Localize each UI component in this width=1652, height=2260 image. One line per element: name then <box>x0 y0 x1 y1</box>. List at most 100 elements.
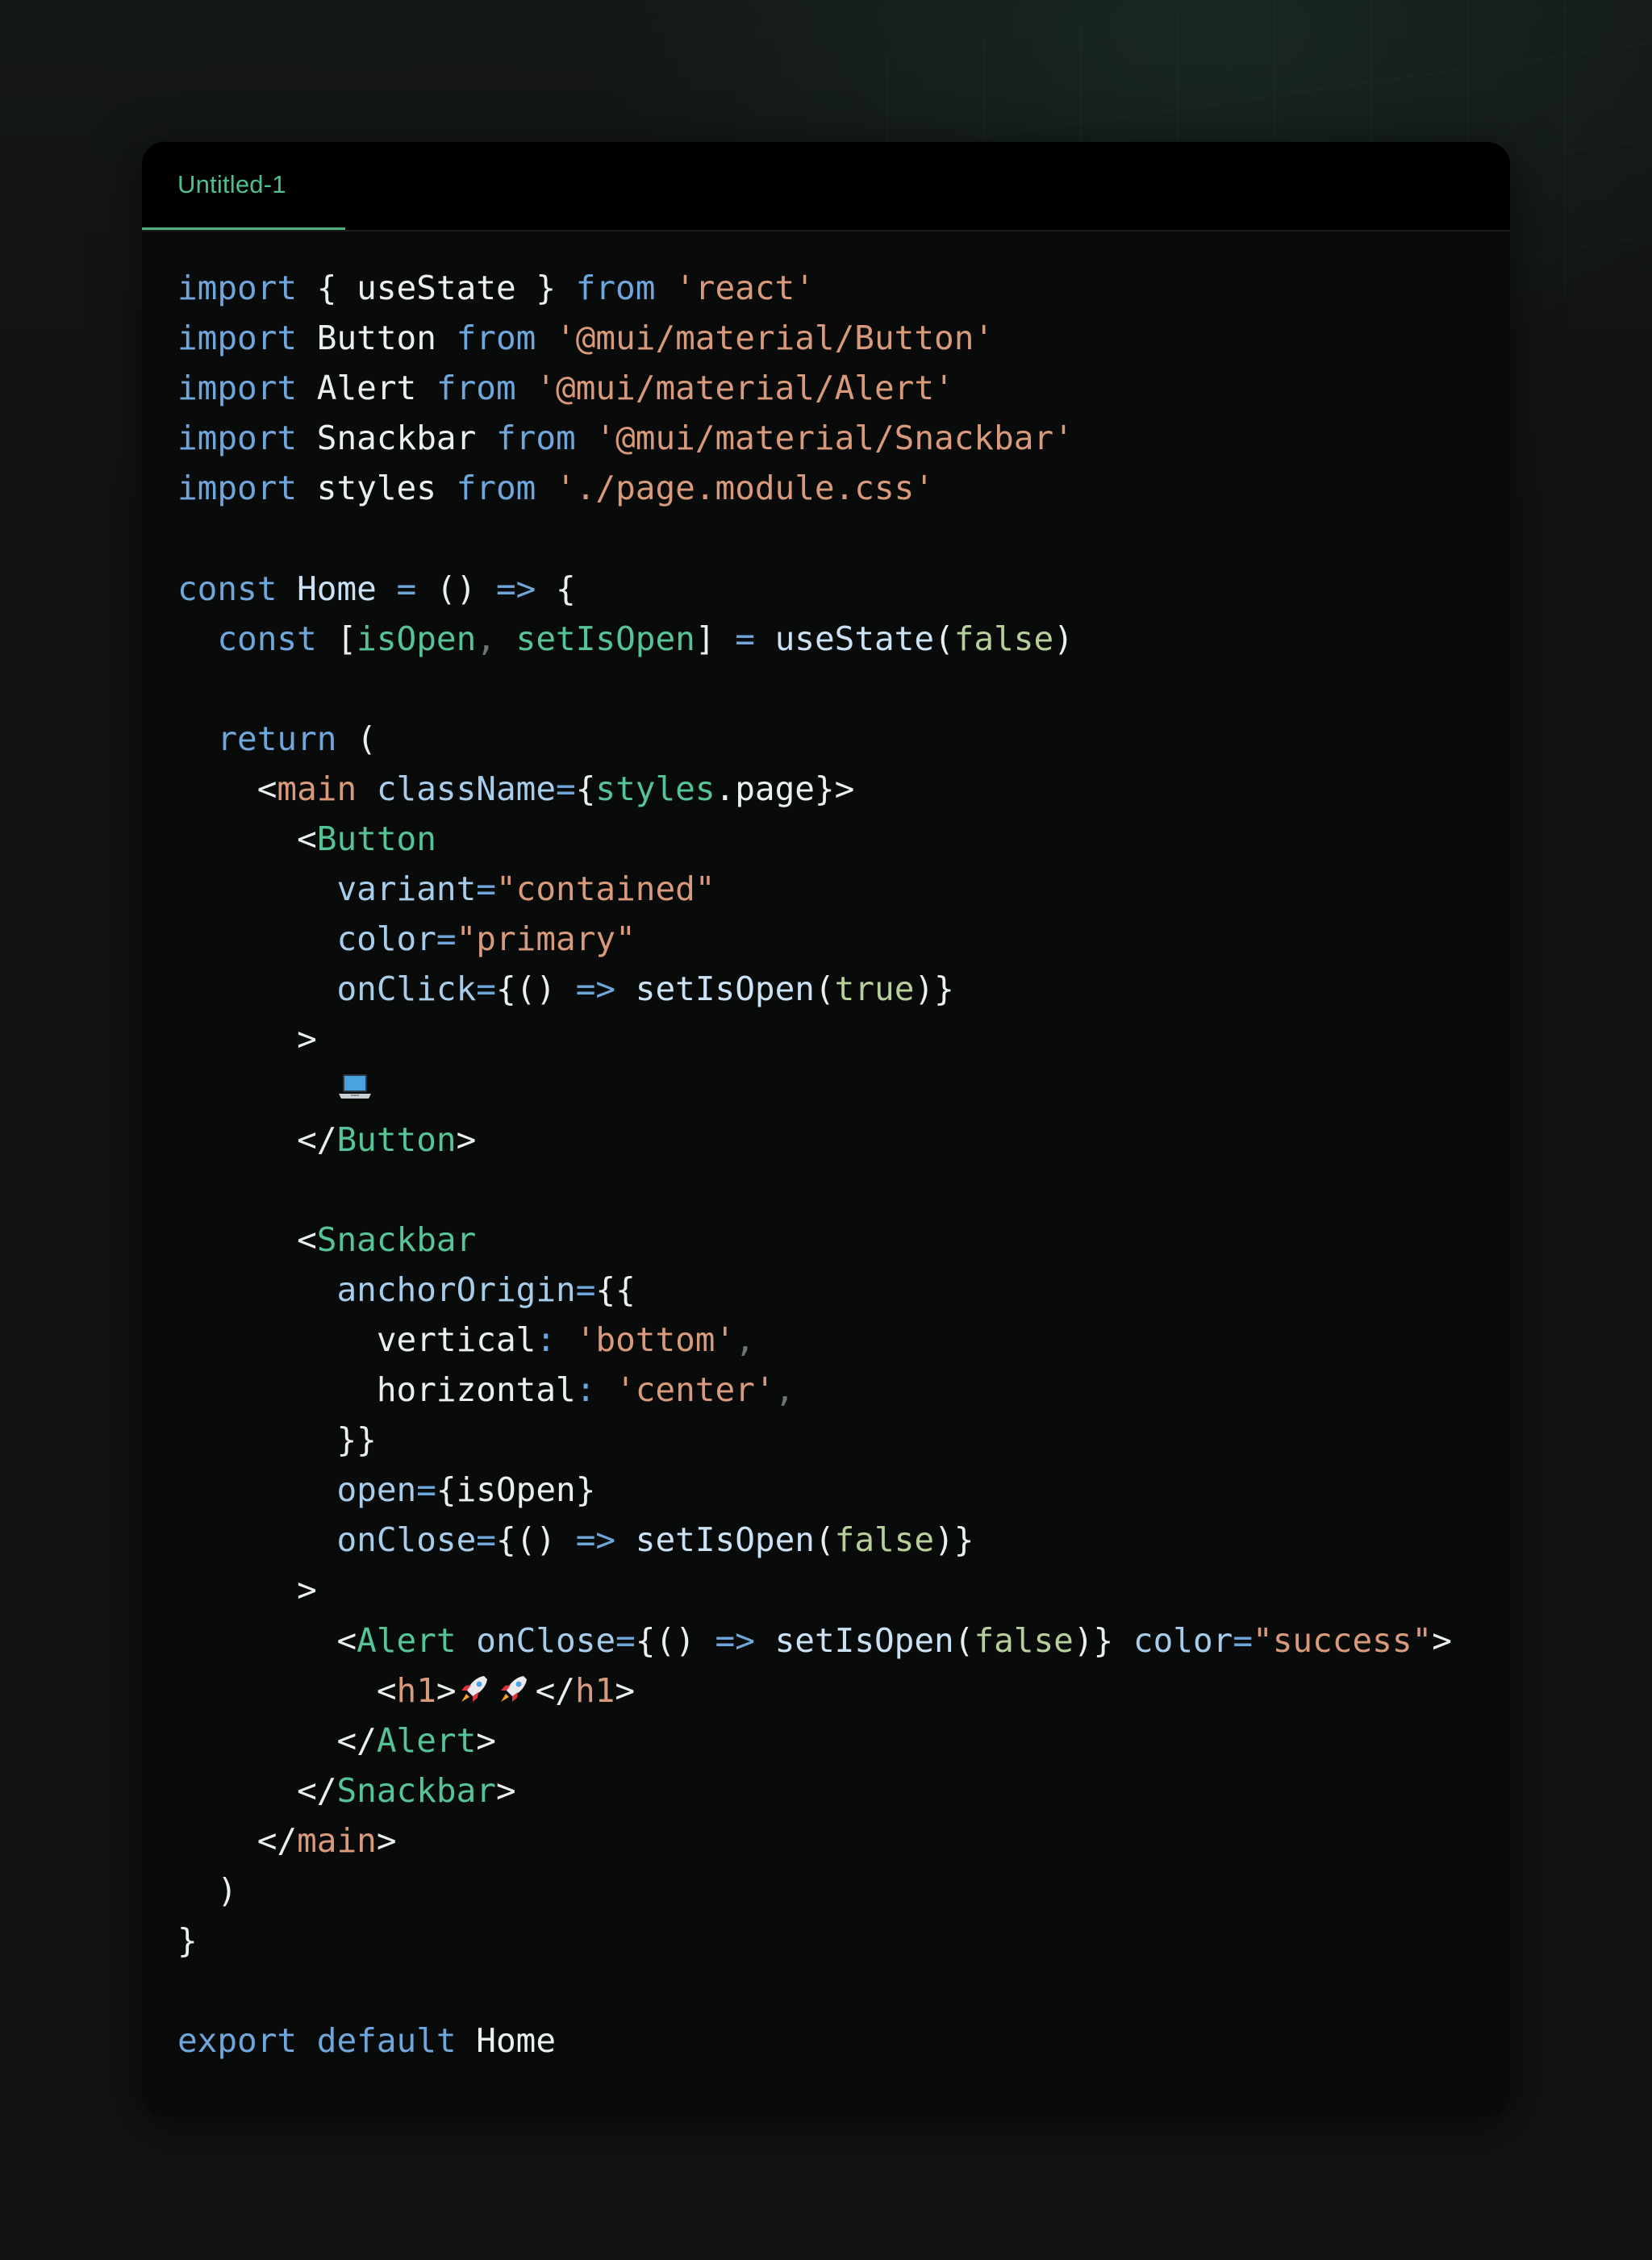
code-token: h1 <box>396 1670 436 1710</box>
code-token: from <box>495 419 576 458</box>
code-token: Snackbar <box>336 1770 496 1810</box>
code-token: } <box>177 1921 198 1961</box>
code-line: onClose={() => setIsOpen(false)} <box>177 1515 1452 1565</box>
code-token: , <box>476 619 496 658</box>
code-token: import <box>177 469 298 508</box>
code-token: Button <box>336 1120 457 1159</box>
code-token: > <box>1432 1620 1452 1660</box>
code-token: = <box>575 1270 596 1309</box>
code-token: variant <box>336 869 477 909</box>
code-token: , <box>774 1370 795 1410</box>
code-line: import { useState } from 'react' <box>177 263 1452 313</box>
code-token: import <box>177 269 298 307</box>
code-token: default <box>316 2021 457 2061</box>
code-token: Button <box>297 319 457 358</box>
code-line: import styles from './page.module.css' <box>177 463 1452 513</box>
code-line: open={isOpen} <box>177 1465 1452 1515</box>
code-token: )} <box>1073 1620 1133 1660</box>
code-token: anchorOrigin <box>336 1270 576 1309</box>
code-token: './page.module.css' <box>556 469 935 508</box>
code-token: = <box>416 1470 436 1510</box>
code-token: , <box>735 1320 755 1359</box>
code-token: const <box>177 569 277 608</box>
code-token: setIsOpen <box>635 1520 815 1560</box>
code-line: import Snackbar from '@mui/material/Snac… <box>177 413 1452 463</box>
code-line: const Home = () => { <box>177 564 1452 614</box>
code-token: = <box>556 769 576 808</box>
code-token: useState <box>774 619 935 658</box>
code-token: {isOpen} <box>436 1470 596 1510</box>
code-line: > <box>177 1014 1452 1064</box>
code-token: Alert <box>357 1620 457 1660</box>
code-line: <Button <box>177 814 1452 864</box>
code-token: styles <box>595 769 715 808</box>
code-line: </Snackbar> <box>177 1766 1452 1816</box>
code-token: </ <box>177 1770 337 1810</box>
code-token: )} <box>934 1520 974 1560</box>
code-token: color <box>1133 1620 1233 1660</box>
code-token: Alert <box>376 1720 477 1760</box>
code-token: 'bottom' <box>575 1320 736 1359</box>
code-token: () <box>416 569 496 608</box>
code-token: = <box>396 569 417 608</box>
code-token: => <box>575 969 616 1009</box>
code-token: {() <box>635 1620 715 1660</box>
code-token: {() <box>495 969 576 1009</box>
code-token: ) <box>1053 619 1074 658</box>
code-token: = <box>735 619 755 658</box>
code-token: '@mui/material/Snackbar' <box>595 419 1074 458</box>
code-token: from <box>456 469 536 508</box>
code-token: { <box>536 569 576 608</box>
code-token: from <box>575 269 656 307</box>
code-line: </Button> <box>177 1115 1452 1165</box>
code-token: [ <box>316 619 357 658</box>
code-token: '@mui/material/Button' <box>556 319 995 358</box>
code-line: variant="contained" <box>177 864 1452 914</box>
code-token: ] <box>695 619 736 658</box>
code-token: ( <box>336 719 377 758</box>
code-line: color="primary" <box>177 914 1452 964</box>
code-line: <Snackbar <box>177 1215 1452 1265</box>
code-token: Alert <box>297 369 436 408</box>
code-token: Snackbar <box>316 1220 477 1259</box>
code-token: h1 <box>574 1670 615 1710</box>
code-token: > <box>436 1670 457 1710</box>
tab-label: Untitled-1 <box>177 170 286 198</box>
code-line: ) <box>177 1866 1452 1916</box>
code-editor[interactable]: import { useState } from 'react' import B… <box>177 263 1452 2066</box>
editor-window: Untitled-1 import { useState } from 'rea… <box>142 142 1510 2116</box>
tab-untitled-1[interactable]: Untitled-1 <box>142 142 345 230</box>
code-token: export <box>177 2021 298 2061</box>
code-token: > <box>177 1570 317 1610</box>
code-line: onClick={() => setIsOpen(true)} <box>177 964 1452 1014</box>
code-line: anchorOrigin={{ <box>177 1265 1452 1315</box>
code-token: > <box>476 1720 496 1760</box>
code-token: Button <box>316 819 436 859</box>
code-token: onClose <box>476 1620 616 1660</box>
code-token: horizontal <box>177 1370 576 1410</box>
code-token: < <box>177 1670 397 1710</box>
code-token: = <box>436 919 457 959</box>
code-token: setIsOpen <box>635 969 815 1009</box>
code-token: open <box>336 1470 417 1510</box>
code-token: false <box>834 1520 935 1560</box>
code-token: main <box>297 1820 377 1860</box>
code-line: }} <box>177 1415 1452 1465</box>
code-token: </ <box>177 1720 377 1760</box>
